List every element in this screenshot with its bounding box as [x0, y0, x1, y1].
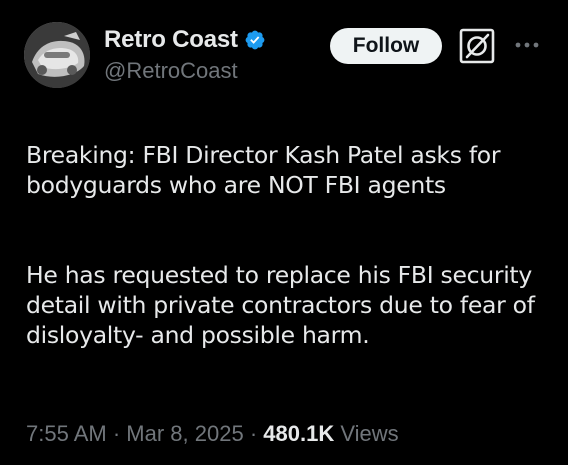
author-info: Retro Coast @RetroCoast	[104, 26, 266, 84]
avatar-image	[24, 22, 90, 88]
grok-button[interactable]	[457, 26, 497, 66]
grok-icon	[459, 28, 495, 64]
meta-separator: ·	[249, 421, 258, 446]
tweet-text: Breaking: FBI Director Kash Patel asks f…	[26, 110, 556, 380]
views-label: Views	[340, 421, 399, 446]
tweet-card: Retro Coast @RetroCoast Follow Breaking:…	[0, 0, 568, 465]
tweet-date[interactable]: Mar 8, 2025	[126, 421, 243, 446]
views-count: 480.1K	[263, 421, 335, 446]
tweet-time[interactable]: 7:55 AM	[26, 421, 107, 446]
display-name[interactable]: Retro Coast	[104, 26, 238, 54]
handle[interactable]: @RetroCoast	[104, 58, 266, 84]
tweet-meta: 7:55 AM · Mar 8, 2025 · 480.1K Views	[26, 421, 399, 447]
more-options-button[interactable]	[509, 34, 545, 56]
tweet-paragraph: Breaking: FBI Director Kash Patel asks f…	[26, 141, 501, 199]
meta-separator: ·	[112, 421, 121, 446]
verified-badge-icon[interactable]	[244, 29, 266, 51]
avatar[interactable]	[24, 22, 90, 88]
tweet-paragraph: He has requested to replace his FBI secu…	[26, 261, 535, 349]
follow-button[interactable]: Follow	[330, 28, 442, 64]
more-dots-icon	[515, 42, 539, 48]
display-name-row: Retro Coast	[104, 26, 266, 54]
